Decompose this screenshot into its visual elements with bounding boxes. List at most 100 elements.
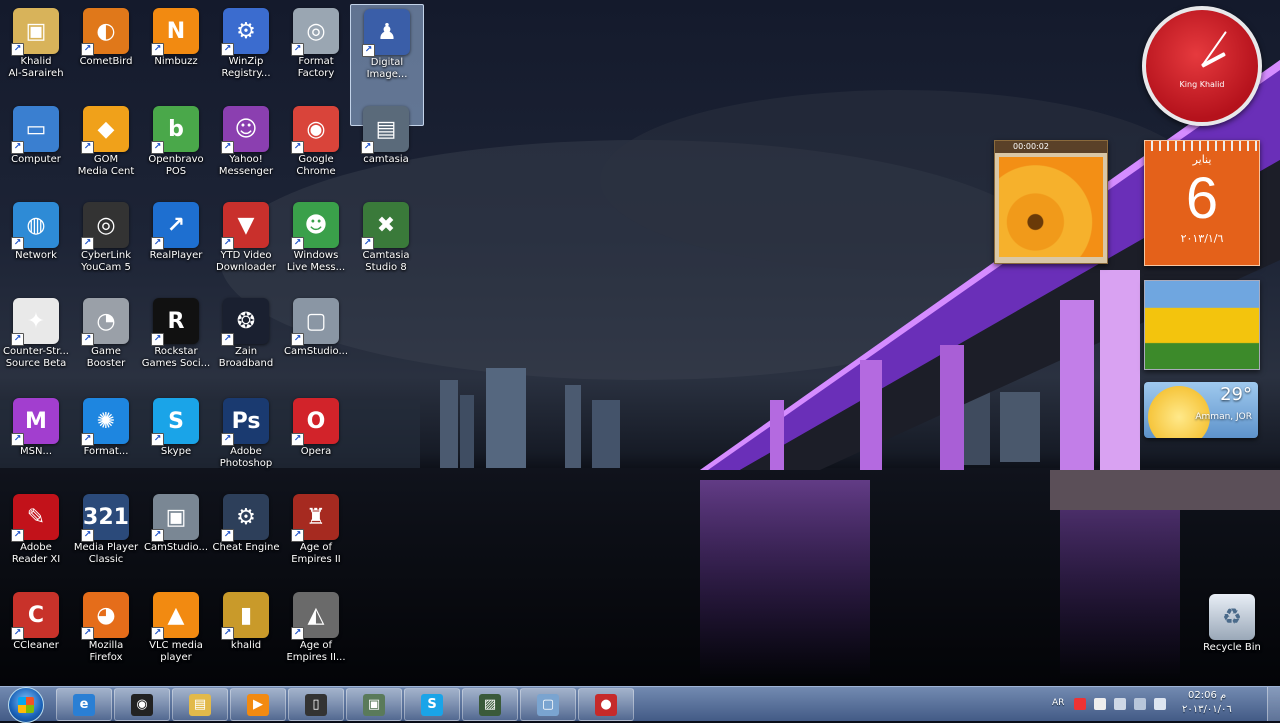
weather-temp: 29° (1220, 384, 1252, 405)
picture-gadget[interactable] (1144, 280, 1260, 370)
taskbar-app-button[interactable]: ▣ (346, 688, 402, 721)
desktop-icon[interactable]: ↗ ↗ RealPlayer (140, 198, 212, 290)
taskbar-app-button[interactable]: ▨ (462, 688, 518, 721)
explorer-folder-icon: ▤ (189, 693, 211, 716)
desktop-icon[interactable]: ▣ ↗ CamStudio... (140, 490, 212, 582)
weather-city: Amman, JOR (1195, 412, 1252, 422)
desktop-icon[interactable]: ♜ ↗ Age of Empires II (280, 490, 352, 582)
desktop-icon[interactable]: N ↗ Nimbuzz (140, 4, 212, 96)
desktop-icon[interactable]: ✦ ↗ Counter-Str... Source Beta (0, 294, 72, 386)
desktop-icon[interactable]: ◉ ↗ Google Chrome (280, 102, 352, 194)
desktop-icon[interactable]: ⚙ ↗ Cheat Engine (210, 490, 282, 582)
shortcut-arrow-icon: ↗ (11, 627, 24, 640)
desktop-icon-label: CCleaner (13, 640, 59, 651)
show-desktop-button[interactable] (1267, 687, 1280, 721)
signal-icon[interactable] (1134, 698, 1146, 710)
desktop-icon-label: camtasia (363, 154, 409, 165)
shortcut-arrow-icon: ↗ (221, 43, 234, 56)
media-player-icon: ▶ (247, 693, 269, 716)
desktop-icon[interactable]: ☻ ↗ Windows Live Mess... (280, 198, 352, 290)
ytd-icon: ▼ ↗ (221, 202, 269, 250)
start-button[interactable] (8, 687, 44, 723)
taskbar-app-button[interactable]: ▤ (172, 688, 228, 721)
desktop-icon[interactable]: ⚙ ↗ WinZip Registry... (210, 4, 282, 96)
desktop-icon[interactable]: O ↗ Opera (280, 394, 352, 486)
slideshow-gadget[interactable]: 00:00:02 (994, 140, 1108, 264)
desktop-icon[interactable]: M ↗ MSN... (0, 394, 72, 486)
recycle-bin[interactable]: ♻ Recycle Bin (1196, 590, 1268, 682)
desktop-icon[interactable]: ▤ ↗ camtasia (350, 102, 422, 194)
ccleaner-icon: C ↗ (11, 592, 59, 640)
taskbar-app-button[interactable]: ▶ (230, 688, 286, 721)
desktop-icon[interactable]: C ↗ CCleaner (0, 588, 72, 680)
desktop-icon[interactable]: ▼ ↗ YTD Video Downloader (210, 198, 282, 290)
desktop-icon[interactable]: ▲ ↗ VLC media player (140, 588, 212, 680)
desktop-icon[interactable]: ◔ ↗ Game Booster (70, 294, 142, 386)
internet-explorer-icon: e (73, 693, 95, 716)
tray-language[interactable]: AR (1052, 698, 1064, 708)
tray-date[interactable]: ٢٠١٣/٠١/٠٦ (1182, 704, 1232, 715)
desktop-icon[interactable]: ◕ ↗ Mozilla Firefox (70, 588, 142, 680)
desktop-icon[interactable]: ✖ ↗ Camtasia Studio 8 (350, 198, 422, 290)
desktop-icon[interactable]: ✎ ↗ Adobe Reader XI (0, 490, 72, 582)
desktop-icon[interactable]: ▮ ↗ khalid (210, 588, 282, 680)
skype-taskbar-icon: S (421, 693, 443, 716)
taskbar-app-button[interactable]: ◉ (114, 688, 170, 721)
volume-icon[interactable] (1154, 698, 1166, 710)
desktop-icon-label: MSN... (20, 446, 52, 457)
calendar-gadget[interactable]: يناير 6 ٢٠١٣/١/٦ (1144, 140, 1260, 266)
desktop-icon[interactable]: R ↗ Rockstar Games Soci... (140, 294, 212, 386)
desktop-icon-label: Age of Empires II... (286, 640, 346, 663)
shortcut-arrow-icon: ↗ (11, 43, 24, 56)
flag-icon[interactable] (1074, 698, 1086, 710)
desktop-icon-label: Media Player Classic (73, 542, 139, 565)
weather-gadget[interactable]: 29° Amman, JOR (1144, 382, 1258, 438)
security-icon[interactable] (1094, 698, 1106, 710)
opera-icon: O ↗ (291, 398, 339, 446)
desktop-icon[interactable]: ☺ ↗ Yahoo! Messenger (210, 102, 282, 194)
desktop-icon[interactable]: b ↗ Openbravo POS (140, 102, 212, 194)
skype-icon: S ↗ (151, 398, 199, 446)
taskbar-app-button[interactable]: ▢ (520, 688, 576, 721)
clock-gadget[interactable]: King Khalid (1142, 6, 1262, 126)
network-tray-icon[interactable] (1114, 698, 1126, 710)
age-of-empires2-icon: ◭ ↗ (291, 592, 339, 640)
desktop-icon[interactable]: ▭ ↗ Computer (0, 102, 72, 194)
media-app-icon: ◉ (131, 693, 153, 716)
shortcut-arrow-icon: ↗ (81, 529, 94, 542)
desktop-icon[interactable]: ❂ ↗ Zain Broadband (210, 294, 282, 386)
desktop-icon[interactable]: Ps ↗ Adobe Photoshop (210, 394, 282, 486)
desktop-icon[interactable]: ◎ ↗ Format Factory (280, 4, 352, 96)
shortcut-arrow-icon: ↗ (151, 43, 164, 56)
desktop-icon[interactable]: ✺ ↗ Format... (70, 394, 142, 486)
desktop-icon[interactable]: S ↗ Skype (140, 394, 212, 486)
desktop-icon-label: Windows Live Mess... (286, 250, 346, 273)
window-app-icon: ▣ (363, 693, 385, 716)
recycle-bin-icon: ♻ (1209, 594, 1255, 640)
taskbar-app-button[interactable]: e (56, 688, 112, 721)
digital-image-icon: ♟ ↗ (362, 9, 410, 57)
shortcut-arrow-icon: ↗ (11, 237, 24, 250)
desktop-icon[interactable]: ◐ ↗ CometBird (70, 4, 142, 96)
shortcut-arrow-icon: ↗ (151, 333, 164, 346)
desktop-icon[interactable]: ◍ ↗ Network (0, 198, 72, 290)
taskbar-app-button[interactable]: ▯ (288, 688, 344, 721)
desktop-icon-label: CometBird (79, 56, 133, 67)
desktop-icon[interactable]: ▣ ↗ Khalid Al-Saraireh (0, 4, 72, 96)
desktop-icon[interactable]: ◎ ↗ CyberLink YouCam 5 (70, 198, 142, 290)
tray-time[interactable]: 02:06 م (1188, 690, 1226, 701)
clock-name: King Khalid (1179, 80, 1225, 89)
shortcut-arrow-icon: ↗ (151, 141, 164, 154)
shortcut-arrow-icon: ↗ (291, 433, 304, 446)
desktop-icon[interactable]: ▢ ↗ CamStudio... (280, 294, 352, 386)
vlc-icon: ▲ ↗ (151, 592, 199, 640)
shortcut-arrow-icon: ↗ (151, 529, 164, 542)
desktop-icon[interactable]: ◭ ↗ Age of Empires II... (280, 588, 352, 680)
winzip-registry-icon: ⚙ ↗ (221, 8, 269, 56)
taskbar-app-button[interactable]: ● (578, 688, 634, 721)
desktop-icon[interactable]: 321 ↗ Media Player Classic (70, 490, 142, 582)
desktop-icon-label: Google Chrome (296, 154, 336, 177)
desktop-icon[interactable]: ◆ ↗ GOM Media Cent (70, 102, 142, 194)
taskbar-app-button[interactable]: S (404, 688, 460, 721)
format-icon: ✺ ↗ (81, 398, 129, 446)
